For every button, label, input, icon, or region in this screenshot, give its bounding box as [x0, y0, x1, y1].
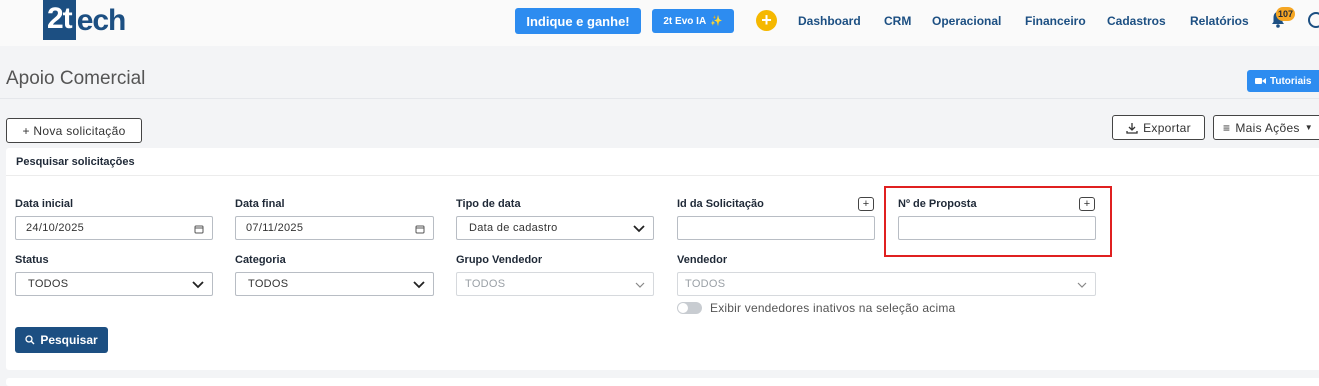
status-value: TODOS — [28, 278, 69, 290]
indique-e-ganhe-button[interactable]: Indique e ganhe! — [515, 8, 641, 34]
logo-text: ech — [76, 4, 127, 37]
id-solicitacao-label: Id da Solicitação — [677, 198, 764, 210]
vendedor-value: TODOS — [685, 278, 726, 290]
nav-financeiro[interactable]: Financeiro — [1025, 14, 1086, 28]
id-solicitacao-input[interactable] — [677, 216, 875, 240]
search-icon — [25, 335, 35, 345]
inativos-toggle-label: Exibir vendedores inativos na seleção ac… — [710, 301, 956, 315]
tutoriais-button[interactable]: Tutoriais — [1247, 70, 1319, 92]
pesquisar-button[interactable]: Pesquisar — [15, 327, 108, 353]
plus-circle-icon[interactable]: + — [756, 10, 777, 31]
toggle-knob — [678, 303, 688, 313]
download-icon — [1126, 122, 1138, 134]
inativos-toggle[interactable] — [677, 302, 702, 314]
id-solicitacao-add-button[interactable]: + — [858, 197, 874, 211]
top-navbar: 2t ech Indique e ganhe! 2t Evo IA ✨ + Da… — [0, 0, 1319, 46]
mais-acoes-label: Mais Ações — [1235, 120, 1300, 135]
results-card — [6, 378, 1319, 386]
data-final-input[interactable]: 07/11/2025 — [235, 216, 434, 240]
status-label: Status — [15, 254, 49, 266]
user-icon[interactable] — [1308, 12, 1319, 28]
page-title: Apoio Comercial — [6, 68, 146, 89]
notification-badge: 107 — [1276, 7, 1296, 21]
logo-mark: 2t — [43, 0, 76, 40]
tipo-data-select[interactable]: Data de cadastro — [456, 216, 654, 240]
nav-relatorios[interactable]: Relatórios — [1190, 14, 1249, 28]
nova-solicitacao-button[interactable]: + Nova solicitação — [6, 118, 142, 143]
chevron-down-icon — [413, 281, 425, 289]
exportar-button[interactable]: Exportar — [1112, 115, 1205, 140]
search-card-divider — [6, 175, 1319, 176]
search-card — [6, 148, 1319, 370]
tipo-data-value: Data de cadastro — [469, 222, 558, 234]
status-select[interactable]: TODOS — [15, 272, 213, 296]
categoria-label: Categoria — [235, 254, 286, 266]
header-divider — [0, 98, 1319, 99]
tipo-data-label: Tipo de data — [456, 198, 521, 210]
nav-cadastros[interactable]: Cadastros — [1107, 14, 1166, 28]
caret-down-icon: ▼ — [1304, 123, 1313, 132]
tutoriais-label: Tutoriais — [1270, 75, 1312, 87]
chevron-down-icon — [1077, 282, 1087, 288]
evo-ia-label: 2t Evo IA — [663, 15, 707, 27]
pesquisar-label: Pesquisar — [40, 333, 98, 347]
chevron-down-icon — [192, 281, 204, 289]
data-final-value: 07/11/2025 — [246, 222, 304, 234]
grupo-vendedor-select[interactable]: TODOS — [456, 272, 654, 296]
grupo-vendedor-value: TODOS — [465, 278, 506, 290]
sparkle-icon: ✨ — [710, 15, 723, 27]
mais-acoes-button[interactable]: ≡ Mais Ações ▼ — [1213, 115, 1319, 140]
nav-crm[interactable]: CRM — [884, 14, 911, 28]
calendar-icon[interactable] — [194, 224, 204, 234]
grupo-vendedor-label: Grupo Vendedor — [456, 254, 543, 266]
data-inicial-input[interactable]: 24/10/2025 — [15, 216, 213, 240]
exportar-label: Exportar — [1143, 120, 1191, 135]
video-icon — [1255, 78, 1266, 84]
evo-ia-button[interactable]: 2t Evo IA ✨ — [652, 9, 734, 33]
data-inicial-value: 24/10/2025 — [26, 222, 85, 234]
highlight-box — [884, 186, 1112, 257]
calendar-icon[interactable] — [415, 224, 425, 234]
categoria-select[interactable]: TODOS — [235, 272, 434, 296]
menu-icon: ≡ — [1223, 120, 1231, 135]
categoria-value: TODOS — [248, 278, 289, 290]
logo[interactable]: 2t ech — [43, 0, 127, 40]
search-card-title: Pesquisar solicitações — [16, 156, 135, 168]
data-final-label: Data final — [235, 198, 285, 210]
vendedor-label: Vendedor — [677, 254, 728, 266]
chevron-down-icon — [633, 225, 645, 233]
data-inicial-label: Data inicial — [15, 198, 74, 210]
vendedor-select[interactable]: TODOS — [677, 272, 1096, 296]
chevron-down-icon — [635, 282, 645, 288]
nav-operacional[interactable]: Operacional — [932, 14, 1001, 28]
nav-dashboard[interactable]: Dashboard — [798, 14, 861, 28]
